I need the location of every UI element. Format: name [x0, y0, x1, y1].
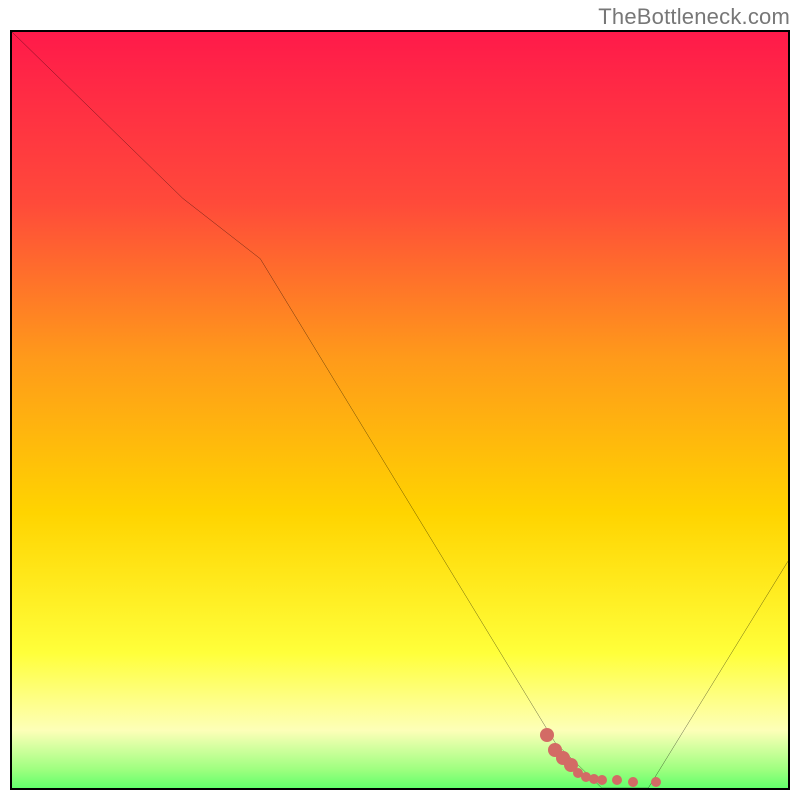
marker-dot [540, 728, 554, 742]
chart-area [10, 30, 790, 790]
marker-dot [628, 777, 638, 787]
watermark-text: TheBottleneck.com [598, 4, 790, 30]
marker-dot [651, 777, 661, 787]
marker-dot [612, 775, 622, 785]
marker-cluster [12, 32, 788, 788]
marker-dot [597, 775, 607, 785]
